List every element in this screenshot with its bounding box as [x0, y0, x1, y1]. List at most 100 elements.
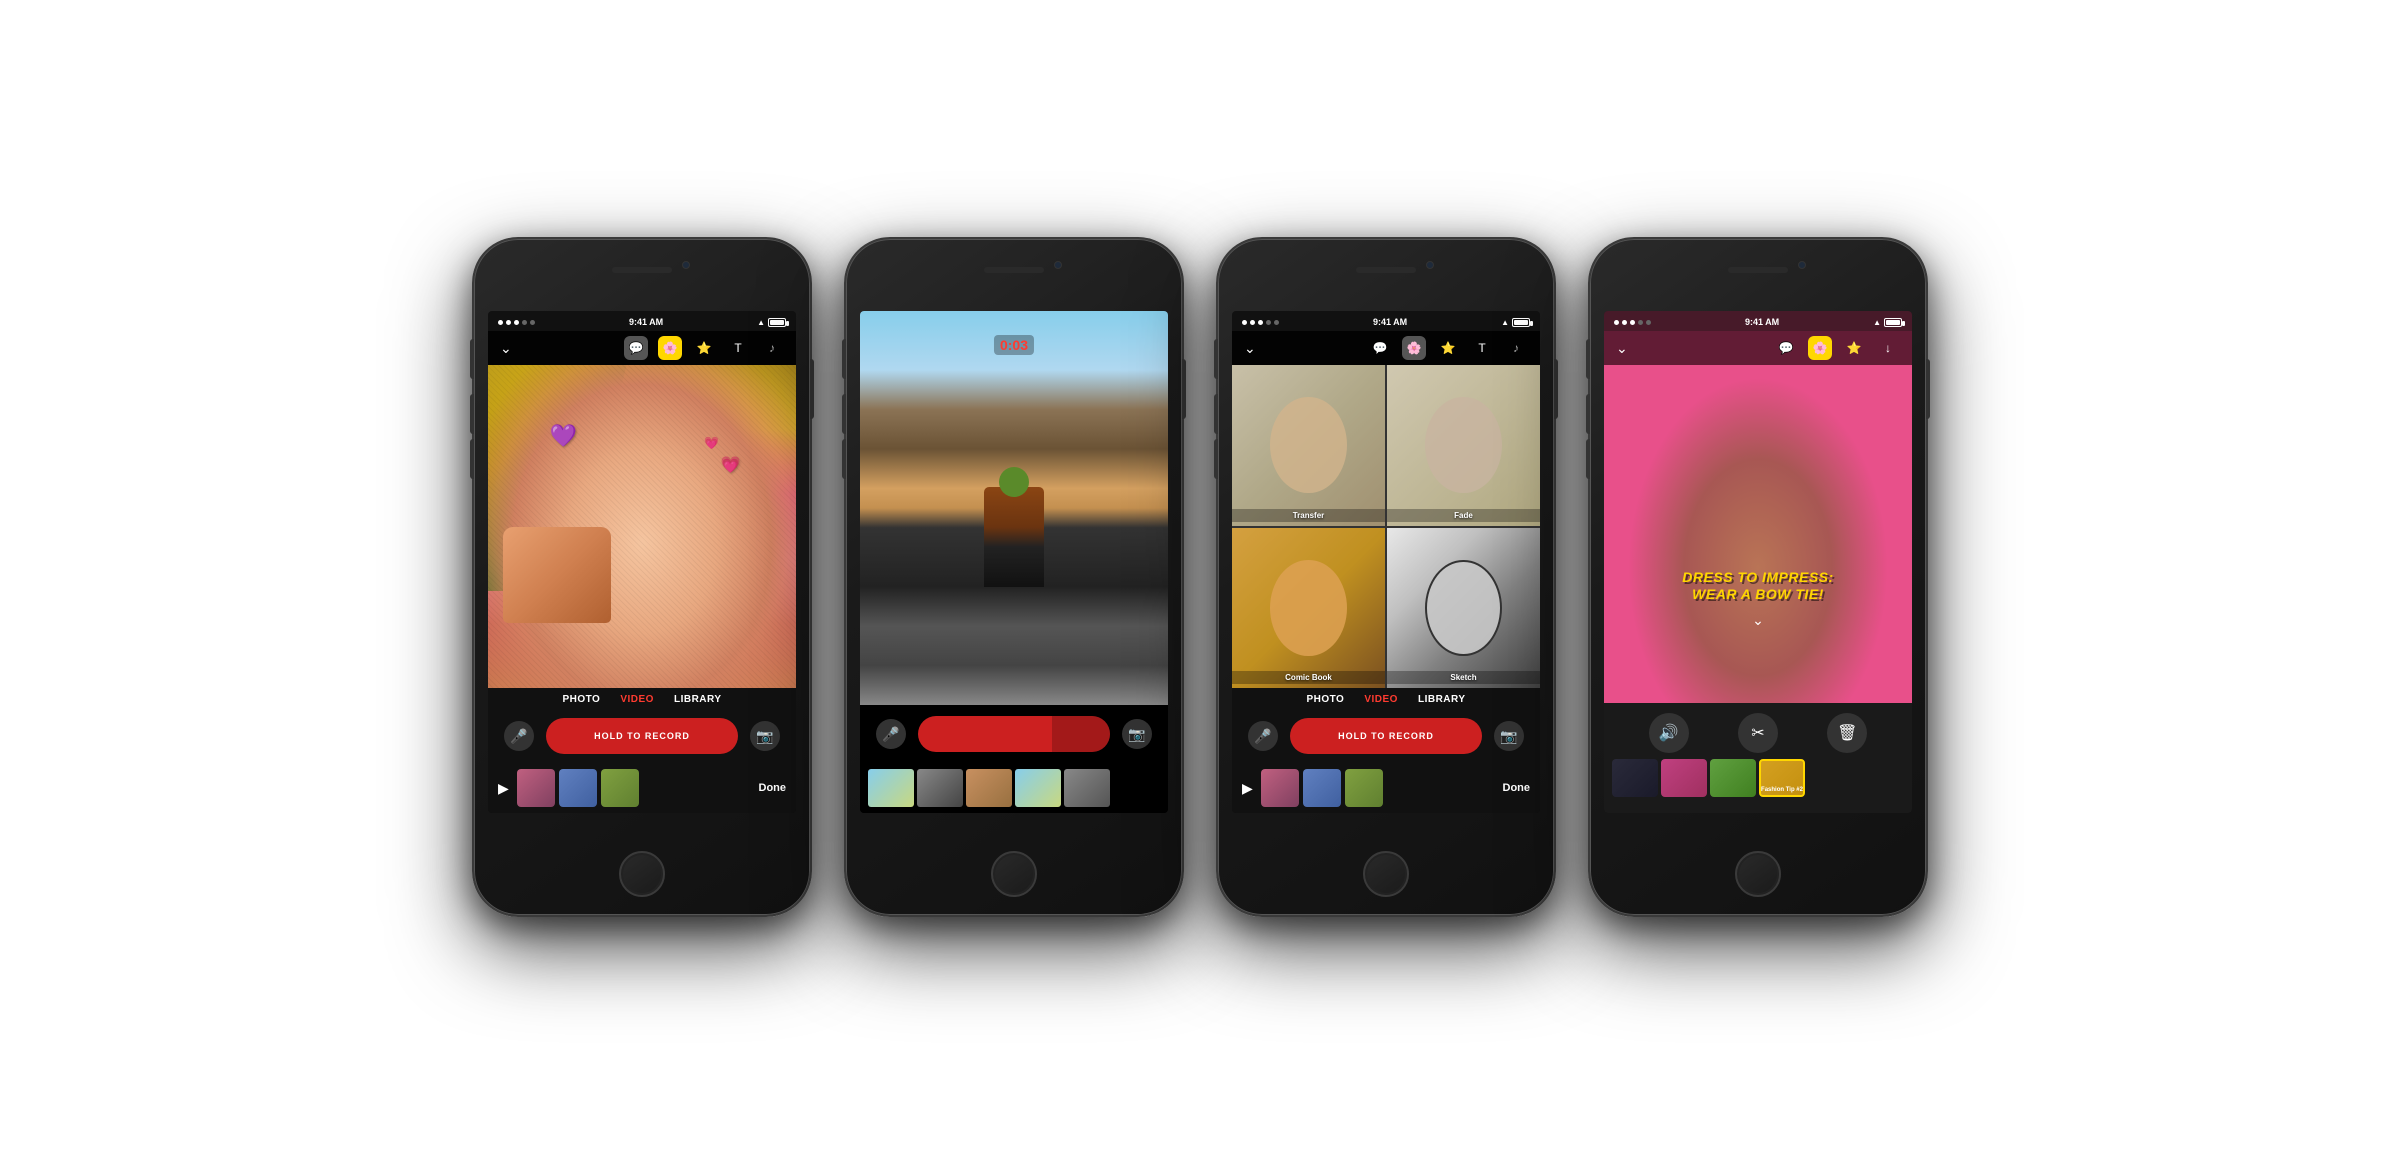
filmstrip-2-thumb-2[interactable]	[917, 769, 963, 807]
filmstrip-3-thumb-2[interactable]	[1303, 769, 1341, 807]
filmstrip-4-thumb-1[interactable]	[1612, 759, 1658, 797]
filmstrip-2-thumb-4[interactable]	[1015, 769, 1061, 807]
text-icon[interactable]: T	[726, 336, 750, 360]
person-overlay	[1604, 365, 1912, 703]
microphone-button-2[interactable]: 🎤	[876, 719, 906, 749]
photo-mode-tab[interactable]: PHOTO	[562, 694, 600, 705]
hold-to-record-button-3[interactable]: HOLD TO RECORD	[1290, 718, 1482, 754]
filmstrip-2-thumb-3[interactable]	[966, 769, 1012, 807]
filmstrip-3-thumb-1[interactable]	[1261, 769, 1299, 807]
filmstrip-2-thumb-1[interactable]	[868, 769, 914, 807]
library-mode-tab-3[interactable]: LIBRARY	[1418, 694, 1466, 705]
phone-2-video-preview: 0:03	[860, 311, 1168, 705]
done-button[interactable]: Done	[759, 782, 787, 794]
face-area	[1666, 483, 1851, 524]
phone-1-home-button[interactable]	[619, 851, 665, 897]
phone-3-time: 9:41 AM	[1279, 317, 1501, 327]
filmstrip-3-thumb-3[interactable]	[1345, 769, 1383, 807]
trash-button[interactable]: 🗑	[1827, 713, 1867, 753]
music-icon-3[interactable]: ♪	[1504, 336, 1528, 360]
sticker-icon[interactable]: 🌸	[658, 336, 682, 360]
text-icon-3[interactable]: T	[1470, 336, 1494, 360]
phone-3-speaker	[1356, 267, 1416, 273]
scissors-button[interactable]: ✂	[1738, 713, 1778, 753]
done-button-3[interactable]: Done	[1503, 782, 1531, 794]
video-mode-tab-3[interactable]: VIDEO	[1364, 694, 1398, 705]
effect-transfer-label: Transfer	[1232, 509, 1385, 522]
photo-mode-tab-3[interactable]: PHOTO	[1306, 694, 1344, 705]
phone-3-home-button[interactable]	[1363, 851, 1409, 897]
microphone-button[interactable]: 🎤	[504, 721, 534, 751]
heart-pink-emoji: 💗	[721, 455, 741, 475]
effect-fade[interactable]: Fade	[1387, 365, 1540, 526]
download-icon[interactable]: ↓	[1876, 336, 1900, 360]
phone-4-speaker	[1728, 267, 1788, 273]
effect-transfer[interactable]: Transfer	[1232, 365, 1385, 526]
signal-dot-4-1	[1614, 320, 1619, 325]
filmstrip-thumb-2[interactable]	[559, 769, 597, 807]
phone-4-bottom-controls: 🔊 ✂ 🗑 Fashion Tip #2	[1604, 703, 1912, 813]
status-left	[498, 320, 535, 325]
camera-switch-button-3[interactable]: 📷	[1494, 721, 1524, 751]
phone-1: 9:41 AM ▲ ⌄ 💬 🌸 ⭐ T	[472, 237, 812, 917]
filmstrip-4-thumb-2[interactable]	[1661, 759, 1707, 797]
speech-bubble-icon-4[interactable]: 💬	[1774, 336, 1798, 360]
video-mode-tab[interactable]: VIDEO	[620, 694, 654, 705]
phone-3-screen: 9:41 AM ▲ ⌄ 💬 🌸 ⭐ T	[1232, 311, 1540, 813]
play-button-3[interactable]: ▶	[1242, 780, 1253, 797]
phone-3-content: 9:41 AM ▲ ⌄ 💬 🌸 ⭐ T	[1232, 311, 1540, 813]
speech-bubble-icon-3[interactable]: 💬	[1368, 336, 1392, 360]
music-icon[interactable]: ♪	[760, 336, 784, 360]
star-icon-3[interactable]: ⭐	[1436, 336, 1460, 360]
phone-4-camera	[1798, 261, 1806, 269]
phone-4-home-button[interactable]	[1735, 851, 1781, 897]
filmstrip-4-thumb-4-active[interactable]: Fashion Tip #2	[1759, 759, 1805, 797]
status-right-4: ▲	[1873, 318, 1902, 327]
chevron-down-icon-3[interactable]: ⌄	[1244, 340, 1256, 357]
phone-3-status-bar: 9:41 AM ▲	[1232, 311, 1540, 331]
camera-switch-button-2[interactable]: 📷	[1122, 719, 1152, 749]
phone-3-mode-tabs: PHOTO VIDEO LIBRARY	[1232, 688, 1540, 709]
hold-to-record-button[interactable]: HOLD TO RECORD	[546, 718, 738, 754]
play-button[interactable]: ▶	[498, 780, 509, 797]
filmstrip-thumb-3[interactable]	[601, 769, 639, 807]
phone-2-filmstrip	[860, 763, 1168, 813]
effect-comic[interactable]: Comic Book	[1232, 528, 1385, 689]
fashion-tip-label: Fashion Tip #2	[1761, 787, 1803, 793]
phone-2-home-button[interactable]	[991, 851, 1037, 897]
phone-1-camera-preview: 💜 💗 💗	[488, 365, 796, 688]
chevron-down-icon-4[interactable]: ⌄	[1616, 340, 1628, 357]
filmstrip-thumb-1[interactable]	[517, 769, 555, 807]
effect-sketch[interactable]: Sketch	[1387, 528, 1540, 689]
sticker-icon-3[interactable]: 🌸	[1402, 336, 1426, 360]
phone-3-record-area: 🎤 HOLD TO RECORD 📷	[1232, 709, 1540, 763]
battery-icon	[768, 318, 786, 327]
phone-1-shell: 9:41 AM ▲ ⌄ 💬 🌸 ⭐ T	[472, 237, 812, 917]
sticker-icon-4[interactable]: 🌸	[1808, 336, 1832, 360]
microphone-button-3[interactable]: 🎤	[1248, 721, 1278, 751]
recording-progress-bar[interactable]	[918, 716, 1110, 752]
phone-4-content: 9:41 AM ▲ ⌄ 💬 🌸 ⭐ ↓	[1604, 311, 1912, 813]
wifi-icon-4: ▲	[1873, 318, 1881, 327]
chevron-down-icon[interactable]: ⌄	[500, 340, 512, 357]
phone-3: 9:41 AM ▲ ⌄ 💬 🌸 ⭐ T	[1216, 237, 1556, 917]
star-icon-4[interactable]: ⭐	[1842, 336, 1866, 360]
effects-grid: Transfer Fade Comic Book Sketch	[1232, 365, 1540, 688]
star-icon[interactable]: ⭐	[692, 336, 716, 360]
phone-4: 9:41 AM ▲ ⌄ 💬 🌸 ⭐ ↓	[1588, 237, 1928, 917]
speech-bubble-icon[interactable]: 💬	[624, 336, 648, 360]
camera-switch-button[interactable]: 📷	[750, 721, 780, 751]
filmstrip-4-thumb-3[interactable]	[1710, 759, 1756, 797]
phone-2-record-area: 🎤 📷	[860, 705, 1168, 763]
volume-button[interactable]: 🔊	[1649, 713, 1689, 753]
phone-1-time: 9:41 AM	[535, 317, 757, 327]
phone-1-toolbar: ⌄ 💬 🌸 ⭐ T ♪	[488, 331, 796, 365]
library-mode-tab[interactable]: LIBRARY	[674, 694, 722, 705]
signal-dot-1	[498, 320, 503, 325]
toolbar-icons: 💬 🌸 ⭐ T ♪	[624, 336, 784, 360]
phone-4-filmstrip: Fashion Tip #2	[1604, 759, 1912, 803]
expand-chevron-icon[interactable]: ⌄	[1752, 612, 1764, 629]
signal-dot-3-4	[1266, 320, 1271, 325]
status-left-3	[1242, 320, 1279, 325]
filmstrip-2-thumb-5[interactable]	[1064, 769, 1110, 807]
